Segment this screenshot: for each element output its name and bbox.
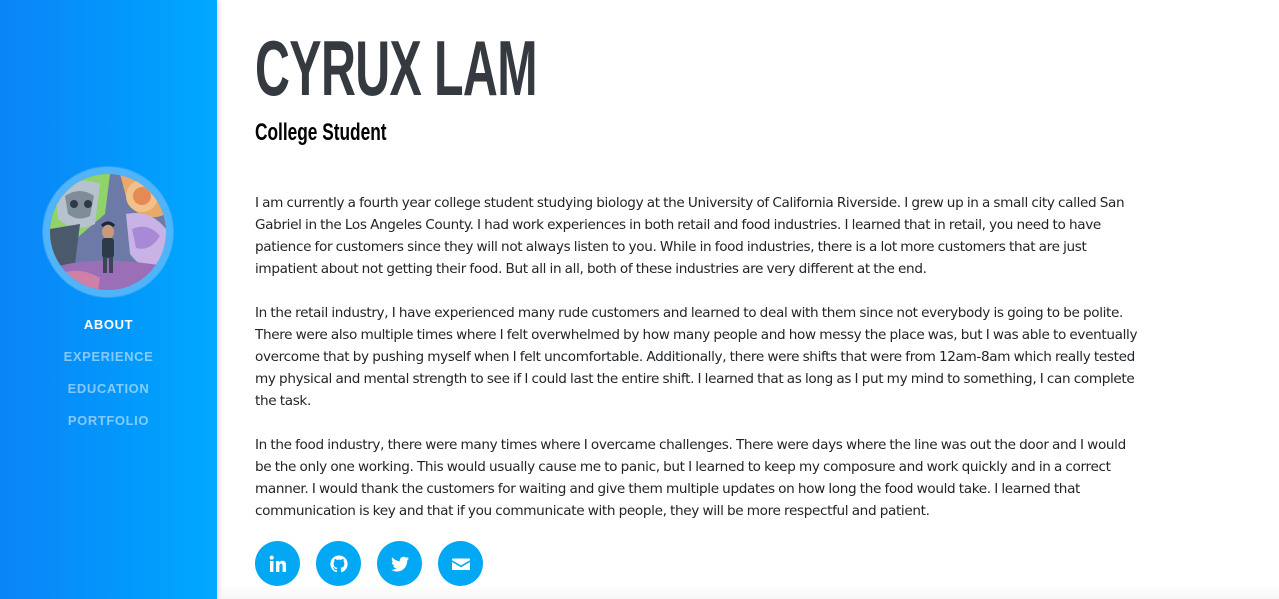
github-button[interactable]: [316, 541, 361, 586]
page-title: Cyrux Lam: [255, 24, 538, 112]
nav-item-education: EDUCATION: [0, 377, 217, 409]
bio-paragraph: I am currently a fourth year college stu…: [255, 195, 1125, 277]
sidebar-nav: ABOUT EXPERIENCE EDUCATION PORTFOLIO: [0, 313, 217, 441]
nav-link-about[interactable]: ABOUT: [84, 317, 133, 332]
avatar-image: [50, 174, 166, 290]
email-button[interactable]: [438, 541, 483, 586]
twitter-icon: [390, 556, 409, 571]
twitter-button[interactable]: [377, 541, 422, 586]
sidebar: ABOUT EXPERIENCE EDUCATION PORTFOLIO: [0, 0, 217, 599]
envelope-icon: [451, 558, 470, 570]
github-icon: [329, 554, 348, 572]
nav-item-experience: EXPERIENCE: [0, 345, 217, 377]
bio-paragraph: In the food industry, there were many ti…: [255, 437, 1126, 519]
social-links: [255, 541, 483, 586]
bio: I am currently a fourth year college stu…: [255, 192, 1145, 544]
nav-item-portfolio: PORTFOLIO: [0, 409, 217, 441]
linkedin-icon: [269, 555, 286, 572]
avatar-frame: [43, 167, 173, 297]
linkedin-button[interactable]: [255, 541, 300, 586]
page: ABOUT EXPERIENCE EDUCATION PORTFOLIO Cyr…: [0, 0, 1279, 599]
bio-paragraph: In the retail industry, I have experienc…: [255, 305, 1138, 409]
nav-link-portfolio[interactable]: PORTFOLIO: [68, 413, 149, 428]
bottom-shadow: [217, 585, 1279, 599]
nav-link-education[interactable]: EDUCATION: [68, 381, 150, 396]
nav-link-experience[interactable]: EXPERIENCE: [64, 349, 154, 364]
page-subtitle: College Student: [255, 119, 387, 146]
avatar: [50, 174, 166, 290]
nav-item-about: ABOUT: [0, 313, 217, 345]
